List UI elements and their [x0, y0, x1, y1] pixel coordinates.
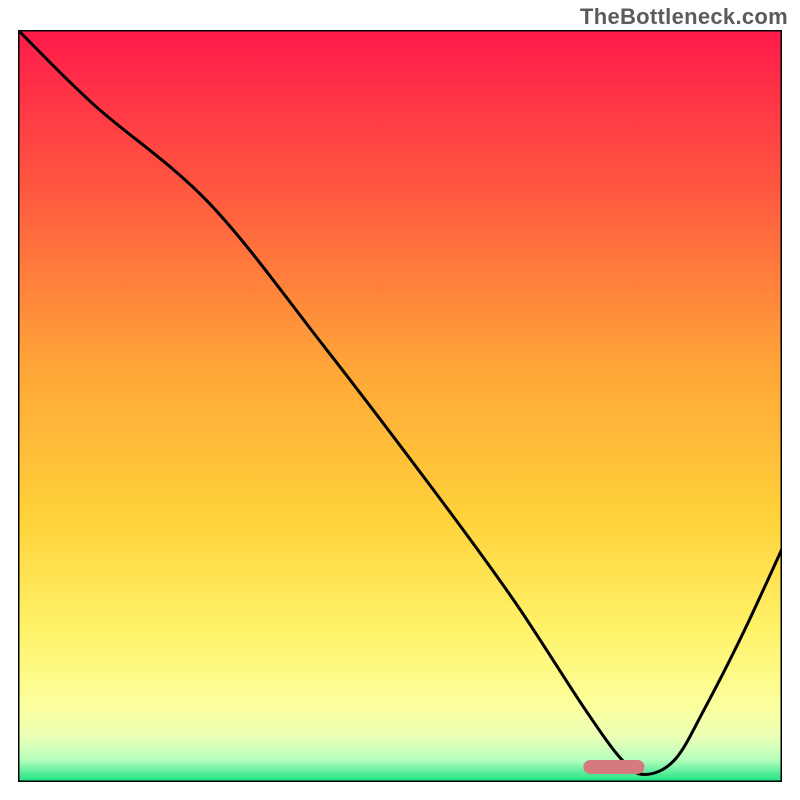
watermark-label: TheBottleneck.com	[580, 4, 788, 30]
chart-background	[18, 30, 782, 782]
chart-root: TheBottleneck.com	[0, 0, 800, 800]
optimum-marker	[583, 760, 644, 774]
plot-area	[18, 30, 782, 782]
chart-svg	[18, 30, 782, 782]
